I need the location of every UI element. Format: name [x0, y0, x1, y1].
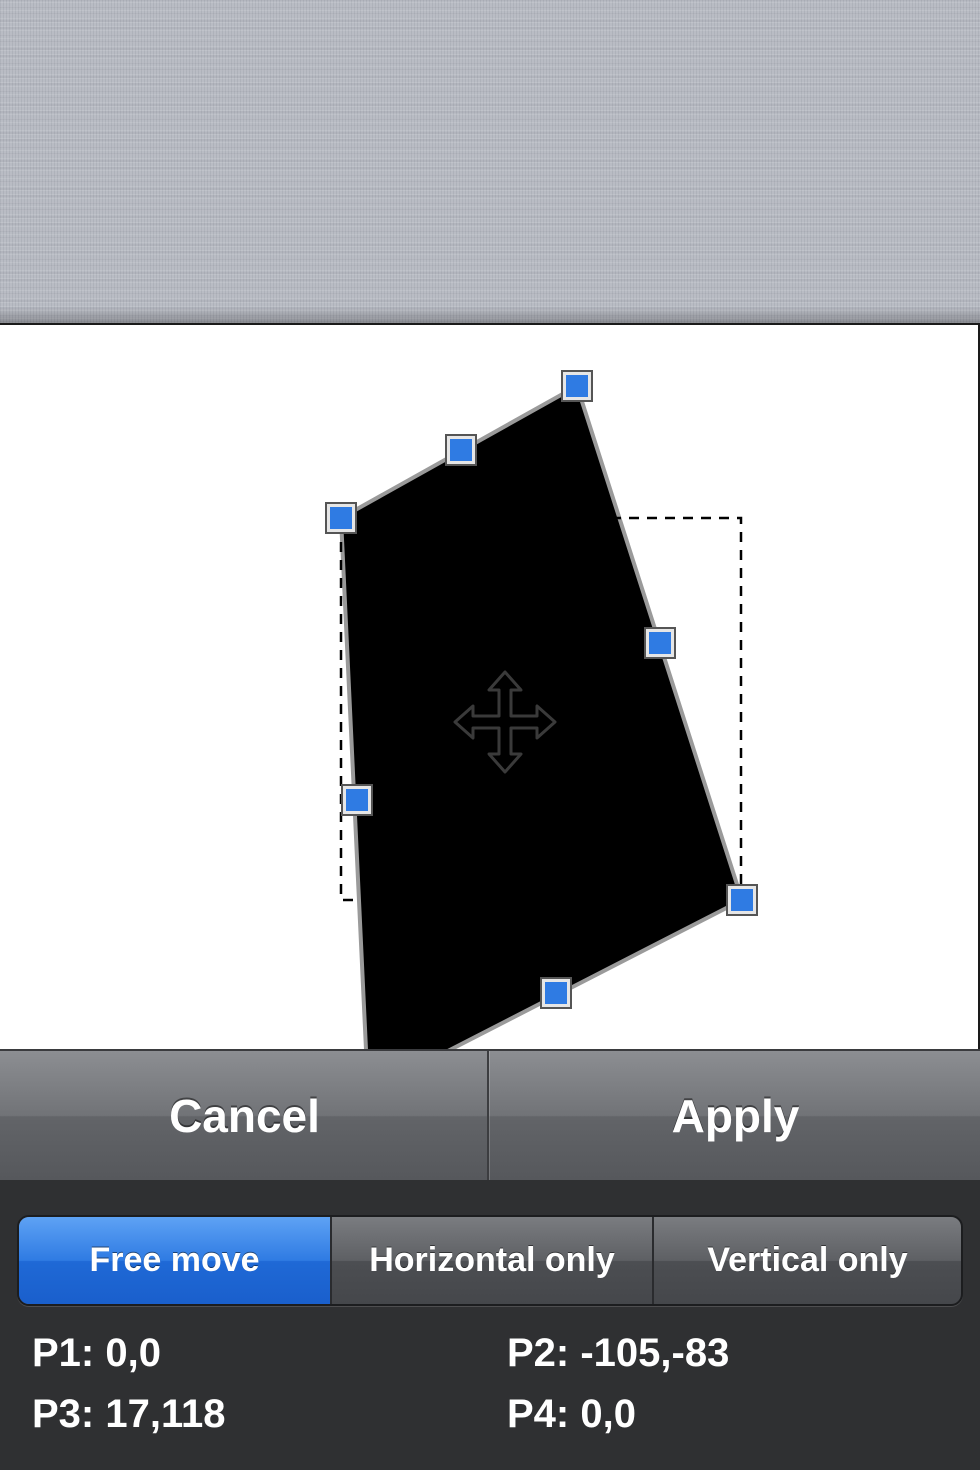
distorted-shape[interactable] — [339, 384, 744, 1051]
edge-handle-bottom[interactable] — [540, 977, 572, 1009]
perspective-canvas[interactable] — [0, 323, 980, 1051]
action-divider — [487, 1051, 489, 1180]
corner-handle-bottom-right[interactable] — [726, 884, 758, 916]
corner-handle-top-right[interactable] — [561, 370, 593, 402]
edge-handle-right[interactable] — [644, 627, 676, 659]
segment-free-move[interactable]: Free move — [19, 1217, 330, 1304]
segment-vertical-only[interactable]: Vertical only — [652, 1217, 961, 1304]
corner-handle-top-left[interactable] — [325, 502, 357, 534]
edge-handle-top[interactable] — [445, 434, 477, 466]
point-readout-p3: P3: 17,118 — [32, 1392, 226, 1436]
action-bar: Cancel Apply — [0, 1049, 980, 1180]
point-readout-p4: P4: 0,0 — [507, 1392, 636, 1436]
point-readout-p1: P1: 0,0 — [32, 1331, 161, 1375]
linen-background — [0, 0, 980, 323]
edge-handle-left[interactable] — [341, 784, 373, 816]
move-mode-segmented-control: Free move Horizontal only Vertical only — [17, 1215, 963, 1306]
apply-button[interactable]: Apply — [491, 1051, 980, 1180]
cancel-button[interactable]: Cancel — [0, 1051, 489, 1180]
point-readout-p2: P2: -105,-83 — [507, 1331, 730, 1375]
segment-horizontal-only[interactable]: Horizontal only — [330, 1217, 652, 1304]
